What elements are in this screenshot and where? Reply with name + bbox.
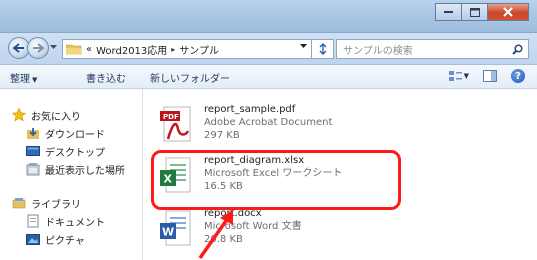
file-item-pdf[interactable]: PDF report_sample.pdf Adobe Acrobat Docu…	[158, 103, 408, 155]
pictures-icon	[26, 232, 40, 246]
file-name: report_sample.pdf	[204, 104, 296, 115]
nav-label-documents: ドキュメント	[45, 217, 105, 229]
command-bar: 整理 ▼ 書き込む 新しいフォルダー ▼ ?	[0, 65, 537, 89]
navigation-pane: お気に入り ダウンロード デスクトップ 最近表示した場所 ライブラリ ドキュメン…	[0, 89, 143, 260]
nav-item-favorites[interactable]: お気に入り	[12, 107, 81, 123]
word-file-icon: W	[160, 210, 191, 246]
svg-text:PDF: PDF	[163, 113, 179, 121]
nav-item-libraries[interactable]: ライブラリ	[12, 195, 81, 211]
libraries-icon	[12, 196, 26, 210]
address-part-parent[interactable]: Word2013応用	[96, 42, 167, 57]
nav-item-recent[interactable]: 最近表示した場所	[26, 161, 125, 177]
chevron-down-icon: ▼	[32, 76, 38, 84]
file-item-docx[interactable]: W report.docx Microsoft Word 文書 20.8 KB	[158, 207, 408, 259]
search-placeholder: サンプルの検索	[343, 45, 413, 57]
view-options-icon	[448, 70, 462, 81]
nav-item-documents[interactable]: ドキュメント	[26, 213, 105, 229]
minimize-icon	[443, 11, 453, 13]
recent-places-icon	[26, 162, 40, 176]
new-folder-button[interactable]: 新しいフォルダー	[150, 70, 230, 85]
address-row: « Word2013応用 ▸ サンプル サンプルの検索	[0, 33, 537, 65]
nav-label-pictures: ピクチャ	[45, 235, 85, 247]
address-overflow[interactable]: «	[86, 44, 92, 55]
refresh-icon	[319, 43, 326, 55]
organize-menu[interactable]: 整理 ▼	[10, 70, 37, 85]
address-separator[interactable]: ▸	[171, 45, 175, 54]
history-dropdown-icon[interactable]	[50, 45, 57, 50]
nav-item-downloads[interactable]: ダウンロード	[26, 125, 105, 141]
title-bar	[0, 0, 537, 33]
maximize-button[interactable]	[461, 3, 487, 21]
change-view-button[interactable]: ▼	[448, 70, 469, 82]
search-input[interactable]: サンプルの検索	[336, 39, 529, 59]
burn-button[interactable]: 書き込む	[86, 70, 126, 85]
highlight-rectangle	[151, 150, 401, 210]
folder-icon	[65, 43, 82, 55]
desktop-icon	[26, 144, 40, 158]
maximize-icon	[469, 7, 480, 17]
nav-label-libraries: ライブラリ	[31, 199, 81, 211]
search-icon[interactable]	[512, 44, 523, 55]
nav-label-desktop: デスクトップ	[45, 147, 105, 159]
address-part-current[interactable]: サンプル	[179, 42, 219, 57]
documents-icon	[26, 214, 40, 228]
close-button[interactable]	[487, 3, 529, 21]
view-controls: ▼ ?	[448, 69, 525, 83]
forward-button[interactable]	[27, 37, 49, 59]
refresh-button[interactable]	[312, 39, 334, 59]
nav-item-pictures[interactable]: ピクチャ	[26, 231, 85, 247]
file-type: Microsoft Word 文書	[204, 221, 302, 232]
address-dropdown-icon[interactable]	[300, 44, 307, 49]
close-icon	[503, 7, 513, 17]
nav-label-favorites: お気に入り	[31, 111, 81, 123]
pdf-file-icon: PDF	[160, 106, 191, 142]
nav-item-desktop[interactable]: デスクトップ	[26, 143, 105, 159]
forward-arrow-icon	[33, 43, 44, 53]
nav-label-downloads: ダウンロード	[45, 129, 105, 141]
file-size: 20.8 KB	[204, 234, 243, 245]
minimize-button[interactable]	[435, 3, 461, 21]
downloads-folder-icon	[26, 126, 40, 140]
star-icon	[12, 108, 26, 122]
help-icon[interactable]: ?	[511, 69, 525, 83]
caption-buttons	[435, 3, 529, 21]
view-dropdown-icon: ▼	[463, 72, 469, 80]
organize-label: 整理	[10, 74, 30, 85]
address-bar[interactable]: « Word2013応用 ▸ サンプル	[62, 39, 312, 59]
nav-label-recent: 最近表示した場所	[45, 165, 125, 177]
back-arrow-icon	[13, 43, 24, 53]
file-type: Adobe Acrobat Document	[204, 117, 333, 128]
file-size: 297 KB	[204, 130, 240, 141]
preview-pane-icon[interactable]	[483, 70, 497, 82]
svg-text:W: W	[162, 226, 174, 239]
